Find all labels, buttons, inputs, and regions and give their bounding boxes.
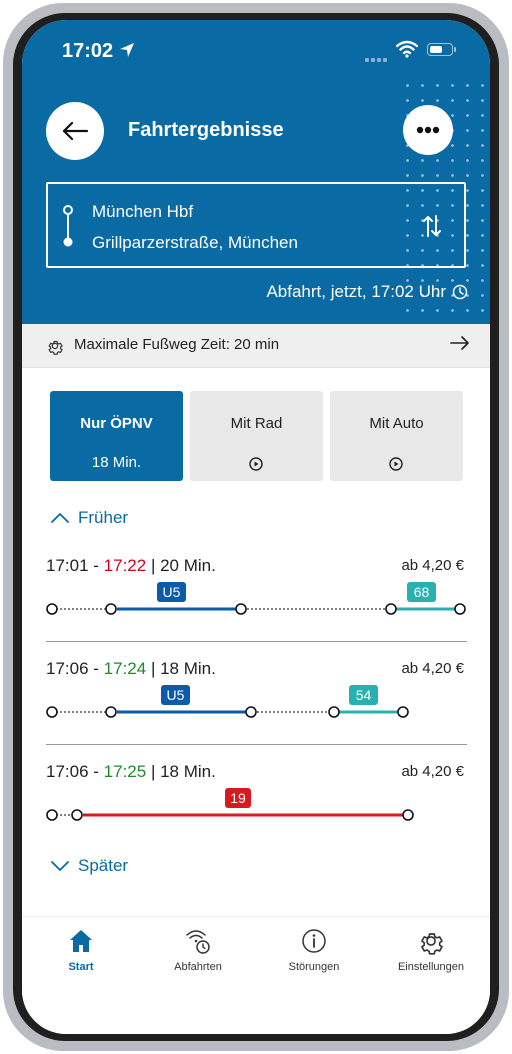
- play-icon: [389, 457, 403, 471]
- mode-bike[interactable]: Mit Rad: [190, 391, 323, 481]
- mode-duration: 18 Min.: [91, 454, 142, 471]
- departures-clock-icon: [186, 930, 210, 954]
- line-badge-label: 68: [414, 584, 430, 600]
- trip-arrival: 17:24: [103, 659, 147, 678]
- wifi-icon: [396, 40, 418, 58]
- trip-route-line: U5 68: [46, 582, 466, 615]
- trip-price: ab 4,20 €: [401, 660, 464, 677]
- tab-label: Einstellungen: [397, 961, 465, 973]
- trip-divider: [46, 744, 467, 745]
- trip-item[interactable]: 17:06 - 17:25 | 18 Min. ab 4,20 € 19: [46, 762, 467, 848]
- arrow-left-icon: [62, 121, 89, 141]
- route-from[interactable]: München Hbf: [92, 202, 193, 222]
- earlier-label: Früher: [78, 508, 129, 527]
- line-badge-label: 54: [356, 687, 372, 703]
- trip-route-line: 19: [46, 788, 414, 821]
- trip-route-line: U5 54: [46, 685, 409, 718]
- tab-label: Start: [68, 961, 94, 973]
- tab-label: Störungen: [288, 961, 340, 973]
- cellular-signal-icon: [365, 49, 389, 67]
- tab-bar: Start Abfahrten Störungen Einstellungen: [22, 916, 490, 1034]
- trip-departure: 17:06: [46, 659, 89, 678]
- tab-label: Abfahrten: [174, 961, 222, 973]
- arrow-right-icon: [450, 336, 469, 350]
- more-options-button[interactable]: [403, 105, 453, 155]
- mode-label: Mit Rad: [230, 415, 283, 432]
- departure-time[interactable]: Abfahrt, jetzt, 17:02 Uhr: [266, 282, 468, 302]
- mode-label: Nur ÖPNV: [80, 415, 153, 432]
- more-dots-icon: [416, 126, 440, 134]
- trip-item[interactable]: 17:06 - 17:24 | 18 Min. ab 4,20 € U5 54: [46, 659, 467, 745]
- location-arrow-icon: [120, 43, 134, 57]
- trip-departure: 17:01: [46, 556, 89, 575]
- line-badge-label: U5: [163, 584, 181, 600]
- play-icon: [249, 457, 263, 471]
- chevron-up-icon: [51, 513, 69, 523]
- home-icon: [70, 930, 92, 952]
- trip-duration: | 18 Min.: [150, 762, 216, 781]
- trip-item[interactable]: 17:01 - 17:22 | 20 Min. ab 4,20 € U5 68: [46, 556, 467, 642]
- walk-time-text: Maximale Fußweg Zeit: 20 min: [74, 336, 280, 353]
- trip-arrival: 17:22: [103, 556, 147, 575]
- gear-icon: [421, 933, 443, 955]
- tab-disruptions[interactable]: Störungen: [259, 927, 369, 973]
- tab-start[interactable]: Start: [26, 927, 136, 973]
- status-time: 17:02: [62, 40, 114, 62]
- departure-label[interactable]: Abfahrt, jetzt, 17:02 Uhr: [266, 282, 446, 302]
- status-bar: 17:02: [22, 20, 490, 80]
- back-button[interactable]: [46, 102, 104, 160]
- line-badge-label: 19: [230, 790, 246, 806]
- walk-time-bar[interactable]: Maximale Fußweg Zeit: 20 min: [22, 324, 490, 368]
- trip-divider: [46, 641, 467, 642]
- mode-car[interactable]: Mit Auto: [330, 391, 463, 481]
- line-badge-label: U5: [167, 687, 185, 703]
- gear-icon: [48, 340, 63, 355]
- trip-price: ab 4,20 €: [401, 763, 464, 780]
- later-button[interactable]: Später: [50, 856, 128, 876]
- trip-price: ab 4,20 €: [401, 557, 464, 574]
- trip-duration: | 18 Min.: [150, 659, 216, 678]
- mode-public-transport[interactable]: Nur ÖPNV 18 Min.: [50, 391, 183, 481]
- chevron-down-icon: [51, 861, 69, 871]
- app-screen: 17:02 Fahrtergebnisse München Hbf Grillp…: [22, 20, 490, 1034]
- trip-departure: 17:06: [46, 762, 89, 781]
- route-line-icon: [63, 205, 73, 247]
- mode-selector: Nur ÖPNV 18 Min. Mit Rad Mit Auto: [50, 391, 464, 481]
- info-circle-icon: [302, 929, 326, 953]
- route-to[interactable]: Grillparzerstraße, München: [92, 233, 298, 253]
- battery-icon: [427, 43, 456, 56]
- tab-settings[interactable]: Einstellungen: [376, 927, 486, 973]
- later-label: Später: [78, 856, 129, 875]
- earlier-button[interactable]: Früher: [50, 508, 128, 528]
- tab-departures[interactable]: Abfahrten: [143, 927, 253, 973]
- mode-label: Mit Auto: [369, 415, 424, 432]
- route-box[interactable]: München Hbf Grillparzerstraße, München: [46, 182, 466, 268]
- header: 17:02 Fahrtergebnisse München Hbf Grillp…: [22, 20, 490, 324]
- page-title: Fahrtergebnisse: [128, 119, 284, 141]
- clock-icon: [452, 284, 468, 300]
- swap-direction-icon[interactable]: [422, 214, 442, 238]
- trip-arrival: 17:25: [103, 762, 147, 781]
- trip-duration: | 20 Min.: [150, 556, 216, 575]
